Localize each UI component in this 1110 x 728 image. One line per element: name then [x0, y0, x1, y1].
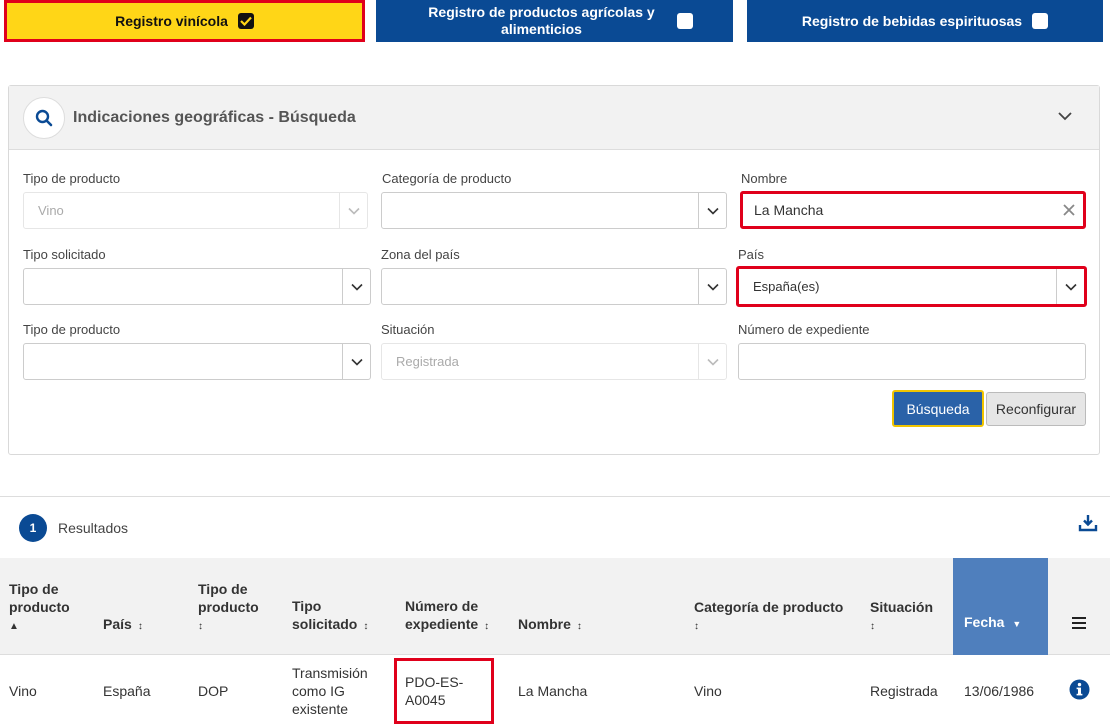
checkbox-checked-icon[interactable]	[237, 13, 254, 29]
search-button[interactable]: Búsqueda	[892, 390, 984, 427]
status-label: Situación	[381, 322, 435, 337]
chevron-down-icon[interactable]	[1056, 269, 1084, 304]
chevron-down-icon	[339, 193, 367, 228]
results-label: Resultados	[58, 519, 129, 536]
chevron-down-icon[interactable]	[698, 193, 726, 228]
checkbox-unchecked-icon[interactable]	[1032, 13, 1049, 29]
col-category-label: Categoría de producto	[694, 599, 844, 615]
download-icon[interactable]	[1078, 514, 1098, 535]
zone-select[interactable]	[381, 268, 727, 305]
file-number-input[interactable]	[738, 343, 1086, 380]
sort-desc-icon[interactable]: ▼	[1012, 619, 1021, 629]
name-label: Nombre	[741, 171, 788, 186]
tab-agri-label: Registro de productos agrícolas y alimen…	[428, 4, 655, 37]
country-value: España(es)	[753, 279, 820, 294]
col-name[interactable]: Nombre ↕	[518, 615, 582, 636]
col-product-type2-label: Tipo de producto	[198, 581, 259, 615]
checkbox-unchecked-icon[interactable]	[676, 13, 693, 29]
product-type2-select[interactable]	[23, 343, 371, 380]
chevron-down-icon	[698, 344, 726, 379]
results-table-header: Tipo de producto ▲︎ País ↕ Tipo de produc…	[0, 558, 1110, 655]
status-select: Registrada	[381, 343, 727, 380]
cell-country: España	[103, 683, 151, 699]
col-category[interactable]: Categoría de producto ↕	[694, 598, 854, 636]
chevron-down-icon[interactable]	[342, 269, 370, 304]
name-input[interactable]: La Mancha	[740, 191, 1086, 229]
info-icon[interactable]	[1069, 679, 1090, 703]
country-label: País	[738, 247, 765, 262]
menu-icon[interactable]	[1072, 616, 1086, 632]
col-name-label: Nombre	[518, 616, 571, 632]
name-input-value: La Mancha	[754, 202, 824, 218]
sort-icon[interactable]: ↕	[138, 621, 143, 632]
chevron-down-icon[interactable]	[342, 344, 370, 379]
results-bar: 1 Resultados	[0, 496, 1110, 558]
country-select[interactable]: España(es)	[736, 266, 1087, 307]
search-icon	[23, 96, 65, 139]
cell-name: La Mancha	[518, 683, 588, 699]
panel-title: Indicaciones geográficas - Búsqueda	[73, 108, 356, 126]
requested-type-label: Tipo solicitado	[23, 247, 106, 262]
col-requested-type[interactable]: Tipo solicitado ↕	[292, 597, 382, 636]
chevron-down-icon[interactable]	[698, 269, 726, 304]
cell-product-type2: DOP	[198, 683, 229, 699]
col-product-type[interactable]: Tipo de producto ▲︎	[9, 580, 89, 636]
col-date-label: Fecha	[964, 614, 1005, 630]
sort-icon[interactable]: ↕	[694, 618, 854, 636]
col-country[interactable]: País ↕	[103, 615, 143, 636]
sort-icon[interactable]: ▲︎	[9, 618, 89, 636]
product-type-value: Vino	[38, 203, 64, 218]
col-date[interactable]: Fecha ▼	[953, 558, 1048, 655]
product-type-label: Tipo de producto	[23, 171, 121, 186]
file-number-label: Número de expediente	[738, 322, 870, 337]
sort-icon[interactable]: ↕	[870, 618, 933, 636]
col-country-label: País	[103, 616, 132, 632]
col-file-number[interactable]: Número de expediente ↕	[405, 597, 500, 636]
search-panel-header[interactable]: Indicaciones geográficas - Búsqueda	[9, 86, 1099, 150]
cell-category: Vino	[694, 683, 722, 699]
requested-type-select[interactable]	[23, 268, 371, 305]
reset-button[interactable]: Reconfigurar	[986, 392, 1086, 426]
clear-icon[interactable]	[1055, 204, 1083, 216]
col-product-type-label: Tipo de producto	[9, 581, 70, 615]
sort-icon[interactable]: ↕	[198, 618, 278, 636]
col-requested-type-label: Tipo solicitado	[292, 598, 358, 632]
tab-spirits-registry[interactable]: Registro de bebidas espirituosas	[747, 0, 1103, 42]
col-status-label: Situación	[870, 599, 934, 615]
cell-requested-type: Transmisión como IG existente	[292, 665, 368, 717]
file-number-highlight	[394, 658, 494, 724]
status-value: Registrada	[396, 354, 459, 369]
category-label: Categoría de producto	[382, 171, 512, 186]
tab-agri-registry[interactable]: Registro de productos agrícolas y alimen…	[376, 0, 733, 42]
results-count-badge: 1	[19, 513, 47, 542]
product-type-select: Vino	[23, 192, 368, 229]
collapse-chevron-icon[interactable]	[1057, 108, 1073, 124]
zone-label: Zona del país	[381, 247, 460, 262]
cell-product-type: Vino	[9, 683, 37, 699]
tab-wine-label: Registro vinícola	[115, 12, 228, 29]
cell-status: Registrada	[870, 683, 938, 699]
sort-icon[interactable]: ↕	[484, 621, 489, 632]
col-product-type2[interactable]: Tipo de producto ↕	[198, 580, 278, 636]
tab-wine-registry[interactable]: Registro vinícola	[4, 0, 365, 42]
tab-spirits-label: Registro de bebidas espirituosas	[801, 12, 1023, 29]
category-select[interactable]	[381, 192, 727, 229]
sort-icon[interactable]: ↕	[577, 621, 582, 632]
product-type2-label: Tipo de producto	[23, 322, 121, 337]
col-status[interactable]: Situación ↕	[870, 598, 933, 636]
sort-icon[interactable]: ↕	[363, 621, 368, 632]
col-file-number-label: Número de expediente	[405, 598, 479, 632]
cell-date: 13/06/1986	[964, 683, 1035, 699]
